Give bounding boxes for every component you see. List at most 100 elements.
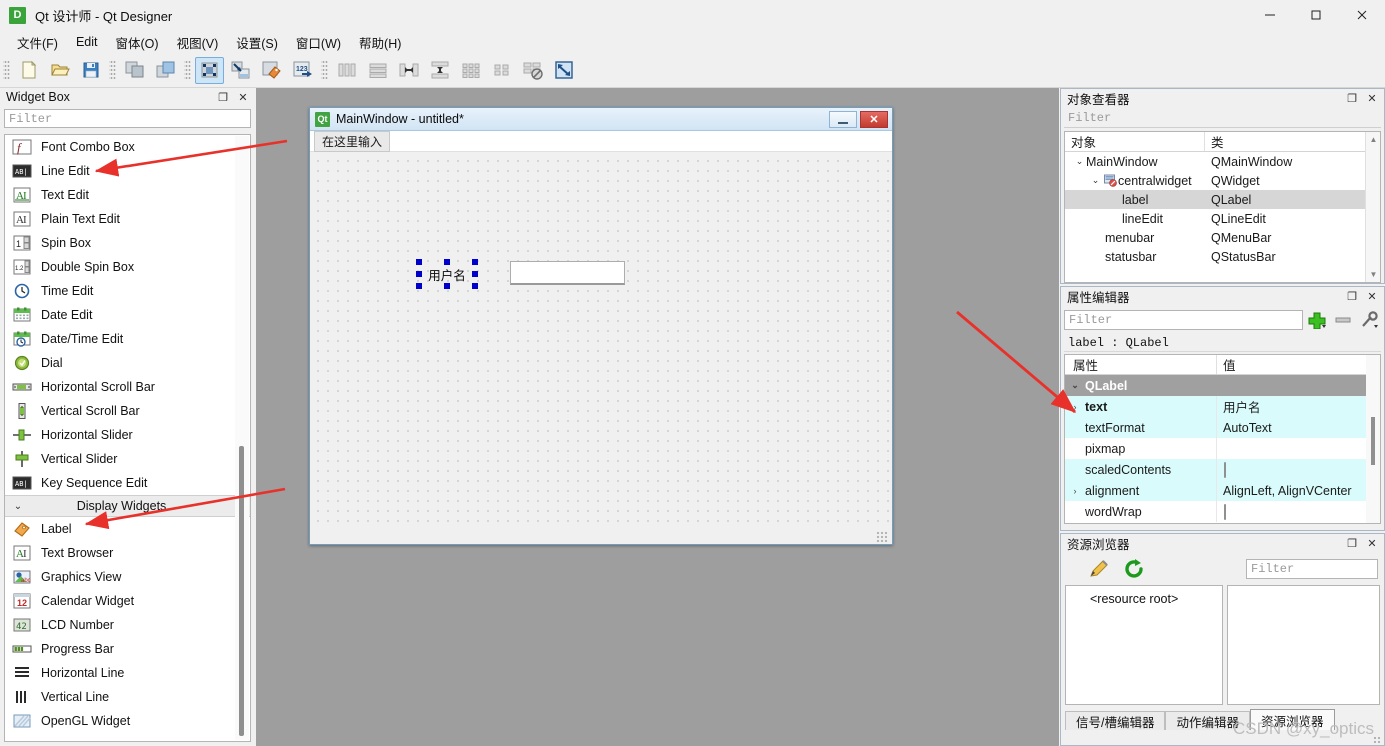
form-window[interactable]: Qt MainWindow - untitled* ✕ 在这里输入 用户名 xyxy=(309,107,893,545)
layout-grid-icon[interactable] xyxy=(456,57,485,84)
edit-widgets-mode-icon[interactable] xyxy=(195,56,224,84)
object-inspector-close-button[interactable]: ✕ xyxy=(1364,91,1380,107)
form-label-widget[interactable]: 用户名 xyxy=(416,259,478,289)
chevron-down-icon[interactable]: ⌄ xyxy=(1073,156,1086,167)
widget-item-font-combo-box[interactable]: f Font Combo Box xyxy=(5,135,250,159)
widget-item-horizontal-line[interactable]: Horizontal Line xyxy=(5,661,250,685)
configure-property-icon[interactable] xyxy=(1359,310,1381,330)
pencil-edit-icon[interactable] xyxy=(1087,558,1111,580)
widget-item-dial[interactable]: Dial xyxy=(5,351,250,375)
widget-item-label[interactable]: Label xyxy=(5,517,250,541)
form-close-button[interactable]: ✕ xyxy=(860,110,888,128)
chevron-right-icon[interactable]: › xyxy=(1065,402,1085,412)
scroll-up-arrow-icon[interactable]: ▲ xyxy=(1366,132,1380,147)
edit-tab-order-mode-icon[interactable]: 123 xyxy=(288,57,317,84)
widget-item-progress-bar[interactable]: Progress Bar xyxy=(5,637,250,661)
tab-signal-slot-editor[interactable]: 信号/槽编辑器 xyxy=(1065,711,1166,730)
widget-item-time-edit[interactable]: Time Edit xyxy=(5,279,250,303)
property-row-textformat[interactable]: textFormat AutoText xyxy=(1065,417,1380,438)
wordwrap-checkbox[interactable] xyxy=(1224,503,1226,520)
form-minimize-button[interactable] xyxy=(829,110,857,128)
resource-root-item[interactable]: <resource root> xyxy=(1066,586,1222,606)
selection-handle-top-center[interactable] xyxy=(444,259,450,265)
widget-item-lcd-number[interactable]: 42 LCD Number xyxy=(5,613,250,637)
toolbar-grip-3[interactable] xyxy=(184,59,191,81)
form-lineedit-widget[interactable] xyxy=(510,261,625,285)
widget-box-list[interactable]: f Font Combo Box AB| Line Edit AI Text E… xyxy=(4,134,251,742)
widget-box-scrollbar[interactable] xyxy=(235,136,249,740)
property-editor-filter-input[interactable]: Filter xyxy=(1064,310,1303,330)
menu-form[interactable]: 窗体(O) xyxy=(107,31,168,54)
add-property-icon[interactable] xyxy=(1307,310,1329,330)
tree-row[interactable]: menubar QMenuBar xyxy=(1065,228,1380,247)
property-group-qlabel[interactable]: ⌄ QLabel xyxy=(1065,375,1380,396)
toolbar-grip-2[interactable] xyxy=(109,59,116,81)
reload-refresh-icon[interactable] xyxy=(1123,558,1147,580)
design-canvas[interactable]: Qt MainWindow - untitled* ✕ 在这里输入 用户名 xyxy=(256,88,1059,746)
menu-file[interactable]: 文件(F) xyxy=(8,31,67,54)
widget-item-vertical-line[interactable]: Vertical Line xyxy=(5,685,250,709)
form-central-widget[interactable]: 用户名 xyxy=(310,153,892,530)
paste-widget-icon[interactable] xyxy=(151,57,180,84)
break-layout-icon[interactable] xyxy=(518,57,547,84)
chevron-down-icon[interactable]: ⌄ xyxy=(1089,175,1102,186)
edit-signals-slots-mode-icon[interactable] xyxy=(226,57,255,84)
chevron-down-icon[interactable]: ⌄ xyxy=(1065,380,1085,391)
widget-item-double-spin-box[interactable]: 1.2 Double Spin Box xyxy=(5,255,250,279)
property-value[interactable]: AlignLeft, AlignVCenter xyxy=(1217,484,1380,498)
object-inspector-scrollbar[interactable]: ▲ ▼ xyxy=(1365,132,1380,282)
property-row-scaledcontents[interactable]: scaledContents xyxy=(1065,459,1380,480)
widget-item-calendar-widget[interactable]: 12 Calendar Widget xyxy=(5,589,250,613)
property-row-text[interactable]: › text 用户名 xyxy=(1065,396,1380,417)
minimize-button[interactable] xyxy=(1247,0,1293,31)
selection-handle-bottom-left[interactable] xyxy=(416,283,422,289)
selection-handle-bottom-right[interactable] xyxy=(472,283,478,289)
scaledcontents-checkbox[interactable] xyxy=(1224,461,1226,478)
adjust-size-icon[interactable] xyxy=(549,57,578,84)
widget-item-key-sequence-edit[interactable]: AB| Key Sequence Edit xyxy=(5,471,250,495)
selection-handle-top-left[interactable] xyxy=(416,259,422,265)
toolbar-grip[interactable] xyxy=(3,59,10,81)
object-inspector-float-button[interactable]: ❐ xyxy=(1344,91,1360,107)
chevron-right-icon[interactable]: › xyxy=(1065,486,1085,496)
tree-row[interactable]: ⌄ centralwidget QWidget xyxy=(1065,171,1380,190)
selection-handle-bottom-center[interactable] xyxy=(444,283,450,289)
object-inspector-tree[interactable]: 对象 类 ⌄ MainWindow QMainWindow ⌄ centralw… xyxy=(1064,131,1381,283)
menu-window[interactable]: 窗口(W) xyxy=(287,31,350,54)
layout-splitter-horizontal-icon[interactable] xyxy=(394,57,423,84)
property-row-wordwrap[interactable]: wordWrap xyxy=(1065,501,1380,522)
widget-item-text-browser[interactable]: AI Text Browser xyxy=(5,541,250,565)
open-file-icon[interactable] xyxy=(45,57,74,84)
widget-item-graphics-view[interactable]: abc Graphics View xyxy=(5,565,250,589)
widget-box-close-button[interactable]: ✕ xyxy=(235,89,251,105)
widget-item-horizontal-slider[interactable]: Horizontal Slider xyxy=(5,423,250,447)
menu-help[interactable]: 帮助(H) xyxy=(350,31,410,54)
widget-item-horizontal-scroll-bar[interactable]: Horizontal Scroll Bar xyxy=(5,375,250,399)
maximize-button[interactable] xyxy=(1293,0,1339,31)
tree-row[interactable]: statusbar QStatusBar xyxy=(1065,247,1380,266)
property-editor-scrollbar[interactable] xyxy=(1366,355,1380,523)
property-editor-float-button[interactable]: ❐ xyxy=(1344,289,1360,305)
property-value[interactable]: AutoText xyxy=(1217,421,1380,435)
property-row-pixmap[interactable]: pixmap xyxy=(1065,438,1380,459)
menu-view[interactable]: 视图(V) xyxy=(168,31,228,54)
widget-item-vertical-scroll-bar[interactable]: Vertical Scroll Bar xyxy=(5,399,250,423)
menu-settings[interactable]: 设置(S) xyxy=(227,31,287,54)
save-file-icon[interactable] xyxy=(76,57,105,84)
property-editor-close-button[interactable]: ✕ xyxy=(1364,289,1380,305)
tree-row-label-selected[interactable]: label QLabel xyxy=(1065,190,1380,209)
widget-item-vertical-slider[interactable]: Vertical Slider xyxy=(5,447,250,471)
widget-box-scrollbar-thumb[interactable] xyxy=(239,446,244,736)
form-resize-grip[interactable] xyxy=(876,531,889,542)
layout-vertically-icon[interactable] xyxy=(363,57,392,84)
selection-handle-top-right[interactable] xyxy=(472,259,478,265)
layout-horizontally-icon[interactable] xyxy=(332,57,361,84)
widget-box-filter-input[interactable]: Filter xyxy=(4,109,251,128)
property-value[interactable]: 用户名 xyxy=(1217,397,1380,416)
widget-item-plain-text-edit[interactable]: AI Plain Text Edit xyxy=(5,207,250,231)
new-file-icon[interactable] xyxy=(14,57,43,84)
widget-item-text-edit[interactable]: AI Text Edit xyxy=(5,183,250,207)
selection-handle-middle-left[interactable] xyxy=(416,271,422,277)
selection-handle-middle-right[interactable] xyxy=(472,271,478,277)
form-menubar[interactable]: 在这里输入 xyxy=(310,130,892,152)
